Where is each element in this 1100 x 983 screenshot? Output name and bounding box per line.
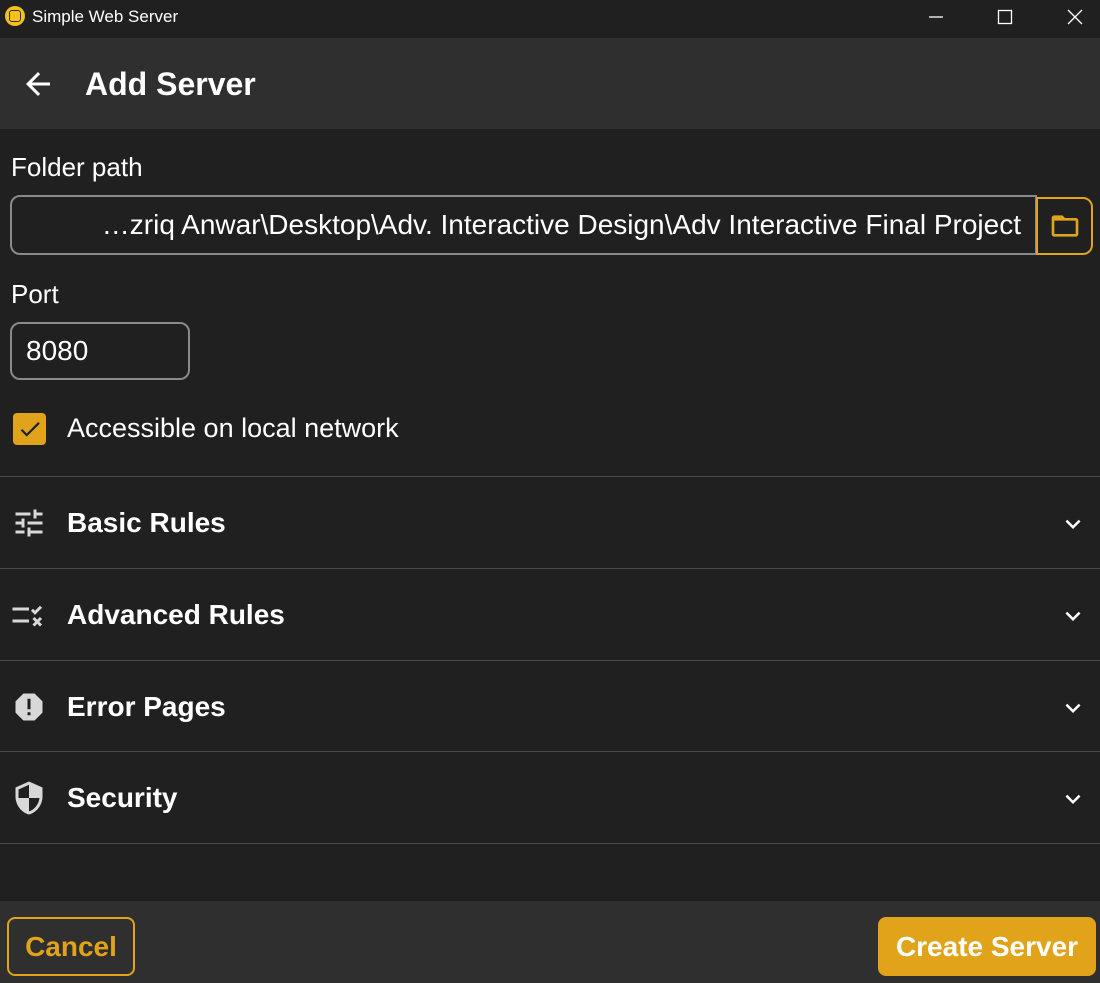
section-label: Security: [67, 782, 178, 813]
local-network-checkbox[interactable]: [13, 413, 46, 445]
page-title: Add Server: [85, 66, 256, 102]
shield-icon: [11, 780, 47, 816]
port-value: 8080: [26, 335, 89, 366]
folder-icon: [1051, 215, 1078, 237]
maximize-icon: [997, 9, 1013, 25]
footer-bar: Cancel Create Server: [0, 901, 1100, 983]
browse-folder-button[interactable]: [1036, 197, 1093, 255]
divider: [0, 843, 1100, 844]
checkmark-icon: [20, 422, 40, 437]
section-error-pages[interactable]: Error Pages: [0, 661, 1100, 751]
back-button[interactable]: [16, 62, 60, 106]
chevron-down-icon: [1058, 693, 1088, 723]
maximize-button[interactable]: [970, 0, 1040, 34]
page-header: Add Server: [0, 38, 1100, 129]
chevron-down-icon: [1058, 601, 1088, 631]
local-network-label[interactable]: Accessible on local network: [67, 413, 399, 444]
section-security[interactable]: Security: [0, 752, 1100, 842]
sliders-icon: [11, 505, 47, 541]
section-label: Basic Rules: [67, 507, 226, 538]
minimize-icon: [929, 16, 943, 18]
create-server-button[interactable]: Create Server: [878, 917, 1096, 976]
alert-octagon-icon: [11, 689, 47, 725]
rules-check-cross-icon: [11, 597, 47, 633]
port-label: Port: [11, 279, 59, 309]
cancel-button[interactable]: Cancel: [7, 917, 135, 976]
app-logo-icon: [5, 6, 25, 26]
close-icon: [1067, 9, 1083, 25]
folder-path-input[interactable]: …zriq Anwar\Desktop\Adv. Interactive Des…: [10, 195, 1037, 255]
window-title: Simple Web Server: [32, 7, 179, 26]
folder-path-label: Folder path: [11, 152, 143, 182]
section-basic-rules[interactable]: Basic Rules: [0, 477, 1100, 567]
close-button[interactable]: [1040, 0, 1100, 34]
arrow-left-icon: [26, 72, 50, 96]
minimize-button[interactable]: [901, 0, 971, 34]
window-titlebar: Simple Web Server: [0, 0, 1100, 38]
folder-path-value: …zriq Anwar\Desktop\Adv. Interactive Des…: [101, 209, 1021, 240]
section-advanced-rules[interactable]: Advanced Rules: [0, 569, 1100, 659]
chevron-down-icon: [1058, 784, 1088, 814]
chevron-down-icon: [1058, 509, 1088, 539]
port-input[interactable]: 8080: [10, 322, 190, 380]
section-label: Advanced Rules: [67, 599, 285, 630]
section-label: Error Pages: [67, 691, 226, 722]
